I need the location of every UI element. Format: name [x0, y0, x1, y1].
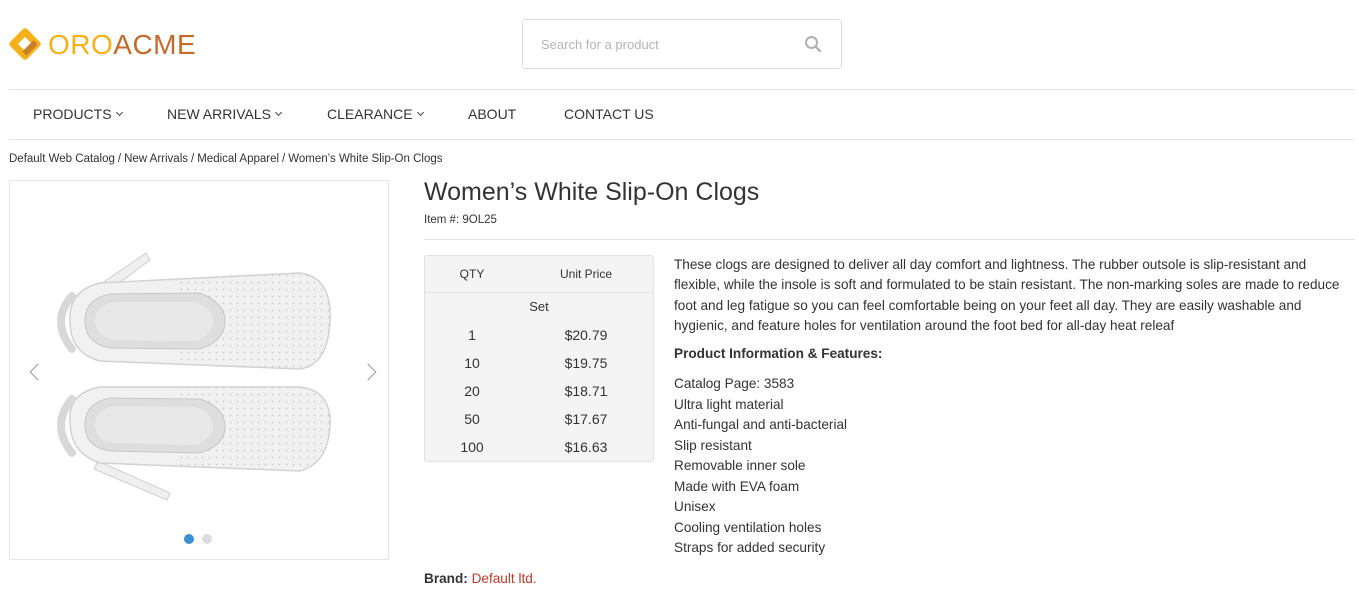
nav-label-products: PRODUCTS	[33, 106, 112, 122]
nav-item-about[interactable]: ABOUT	[468, 106, 516, 122]
price-row: 100 $16.63	[425, 433, 653, 461]
item-number: Item #: 9OL25	[424, 214, 497, 226]
price-row: 10 $19.75	[425, 349, 653, 377]
chevron-down-icon	[274, 108, 283, 117]
brand: Brand: Default ltd.	[424, 571, 537, 586]
breadcrumb: Default Web Catalog / New Arrivals / Medical…	[9, 153, 443, 165]
breadcrumb-link[interactable]: New Arrivals	[124, 153, 188, 165]
feature-item: Cooling ventilation holes	[674, 519, 822, 535]
divider	[424, 239, 1355, 240]
feature-item: Unisex	[674, 499, 716, 514]
nav-label-clearance: CLEARANCE	[327, 106, 413, 122]
nav-item-clearance[interactable]: CLEARANCE	[327, 106, 424, 122]
feature-item: Ultra light material	[674, 396, 784, 412]
feature-item: Made with EVA foam	[674, 478, 800, 494]
feature-item: Anti-fungal and anti-bacterial	[674, 417, 848, 432]
search-box	[522, 19, 842, 69]
product-description: These clogs are designed to deliver all …	[674, 257, 1340, 334]
feature-item: Catalog Page: 3583	[674, 376, 795, 391]
item-number-label: Item #:	[424, 214, 460, 226]
nav-item-contact[interactable]: CONTACT US	[564, 106, 654, 122]
price-qty: 100	[460, 439, 484, 455]
features-list: Catalog Page: 3583 Ultra light material …	[674, 374, 847, 559]
site-logo[interactable]: OROACME	[8, 27, 196, 63]
gallery-dot[interactable]	[202, 534, 212, 544]
nav-item-products[interactable]: PRODUCTS	[33, 106, 123, 122]
gallery-dot-active[interactable]	[184, 534, 194, 544]
logo-mark-icon	[8, 27, 44, 63]
price-value: $19.75	[564, 355, 608, 371]
price-value: $16.63	[564, 439, 608, 455]
price-qty: 50	[464, 411, 480, 427]
main-nav: PRODUCTS NEW ARRIVALS CLEARANCE ABOUT CO…	[9, 89, 1355, 140]
product-image	[57, 252, 331, 501]
price-value: $20.79	[564, 327, 608, 343]
search-input[interactable]	[541, 36, 803, 52]
gallery-dots	[184, 534, 212, 544]
price-qty: 1	[468, 327, 476, 343]
price-row: 20 $18.71	[425, 377, 653, 405]
product-gallery	[9, 180, 389, 560]
price-value: $18.71	[564, 383, 608, 399]
breadcrumb-link[interactable]: Default Web Catalog	[9, 153, 115, 165]
logo-text-acme: ACME	[113, 29, 197, 60]
price-qty: 10	[464, 355, 480, 371]
price-row: 50 $17.67	[425, 405, 653, 433]
price-table: QTY Unit Price Set 1 $20.79 10 $19.75 20…	[424, 255, 654, 462]
nav-label-contact: CONTACT US	[564, 106, 654, 122]
chevron-down-icon	[115, 108, 123, 117]
brand-link[interactable]: Default ltd.	[472, 571, 537, 586]
logo-text: OROACME	[48, 31, 196, 59]
nav-item-new-arrivals[interactable]: NEW ARRIVALS	[167, 106, 283, 122]
search-button[interactable]	[803, 34, 823, 54]
chevron-down-icon	[416, 108, 424, 117]
feature-item: Removable inner sole	[674, 458, 806, 473]
brand-label: Brand:	[424, 571, 468, 586]
price-unit: Set	[529, 299, 549, 314]
price-value: $17.67	[564, 411, 608, 427]
product-title: Women’s White Slip-On Clogs	[424, 178, 760, 206]
price-table-header: QTY Unit Price	[425, 256, 653, 293]
price-qty: 20	[464, 383, 480, 399]
feature-item: Slip resistant	[674, 437, 752, 453]
nav-label-about: ABOUT	[468, 106, 517, 122]
unit-price-header: Unit Price	[559, 267, 612, 281]
item-number-value: 9OL25	[462, 214, 497, 226]
search-icon	[805, 36, 822, 53]
breadcrumb-current: Women’s White Slip-On Clogs	[288, 153, 443, 165]
nav-label-new-arrivals: NEW ARRIVALS	[167, 106, 271, 122]
features-title: Product Information & Features:	[674, 346, 883, 361]
qty-header: QTY	[459, 267, 485, 281]
breadcrumb-link[interactable]: Medical Apparel	[197, 153, 279, 165]
logo-text-oro: ORO	[48, 29, 114, 60]
price-row: 1 $20.79	[425, 321, 653, 349]
feature-item: Straps for added security	[674, 540, 826, 555]
